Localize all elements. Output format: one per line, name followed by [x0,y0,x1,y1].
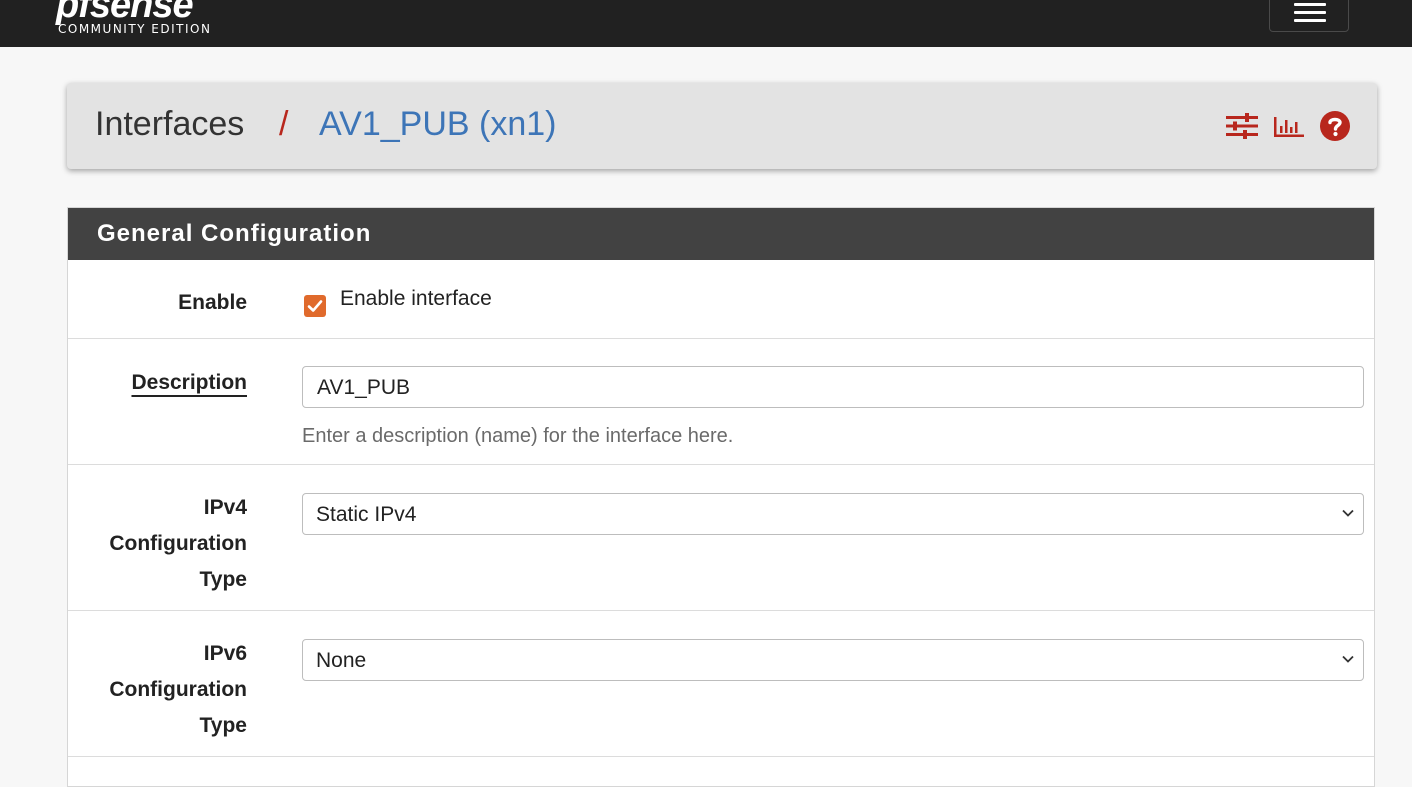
panel-title: General Configuration [97,220,372,247]
enable-interface-label[interactable]: Enable interface [340,287,492,311]
ipv4-configuration-type-select[interactable]: Static IPv4 [302,493,1364,535]
ipv4-configuration-type-row: IPv4 Configuration Type Static IPv4 [68,465,1374,611]
ipv6-label-line2: Configuration [109,678,247,701]
ipv6-label-line1: IPv6 [203,642,247,665]
bar-chart-icon[interactable] [1273,114,1305,143]
brand-logo-text: pfsense [56,0,194,26]
chevron-down-icon [1341,506,1355,525]
breadcrumb-current[interactable]: AV1_PUB (xn1) [319,105,556,144]
brand-logo[interactable]: pfsense COMMUNITY EDITION [56,0,256,46]
ipv6-configuration-type-row: IPv6 Configuration Type None [68,611,1374,757]
checkmark-icon [307,300,323,312]
description-label: Description [131,371,247,394]
ipv4-configuration-type-label: IPv4 Configuration Type [109,490,247,598]
ipv6-select-value: None [316,649,367,672]
help-icon[interactable] [1319,110,1351,147]
description-input[interactable]: AV1_PUB [302,366,1364,408]
panel-heading: General Configuration [68,208,1374,260]
ipv6-configuration-type-select[interactable]: None [302,639,1364,681]
sliders-icon[interactable] [1225,112,1259,144]
ipv4-label-line1: IPv4 [203,496,247,519]
brand-edition-label: COMMUNITY EDITION [58,22,212,36]
description-help-text: Enter a description (name) for the inter… [302,425,734,447]
breadcrumb: Interfaces / AV1_PUB (xn1) [67,83,1377,169]
enable-row: Enable Enable interface [68,260,1374,339]
ipv4-label-line3: Type [199,568,247,591]
top-navbar: pfsense COMMUNITY EDITION [0,0,1412,47]
enable-label: Enable [178,291,247,314]
ipv6-label-line3: Type [199,714,247,737]
hamburger-menu-button[interactable] [1269,0,1349,32]
breadcrumb-separator: / [279,105,289,143]
ipv4-label-line2: Configuration [109,532,247,555]
general-configuration-panel: General Configuration Enable Enable inte… [67,207,1375,787]
ipv6-configuration-type-label: IPv6 Configuration Type [109,636,247,744]
description-row: Description AV1_PUB Enter a description … [68,339,1374,465]
description-input-value: AV1_PUB [317,376,410,399]
chevron-down-icon [1341,652,1355,671]
breadcrumb-root[interactable]: Interfaces [95,105,244,144]
enable-interface-checkbox[interactable] [304,295,326,317]
breadcrumb-actions [1225,110,1351,147]
ipv4-select-value: Static IPv4 [316,503,417,526]
